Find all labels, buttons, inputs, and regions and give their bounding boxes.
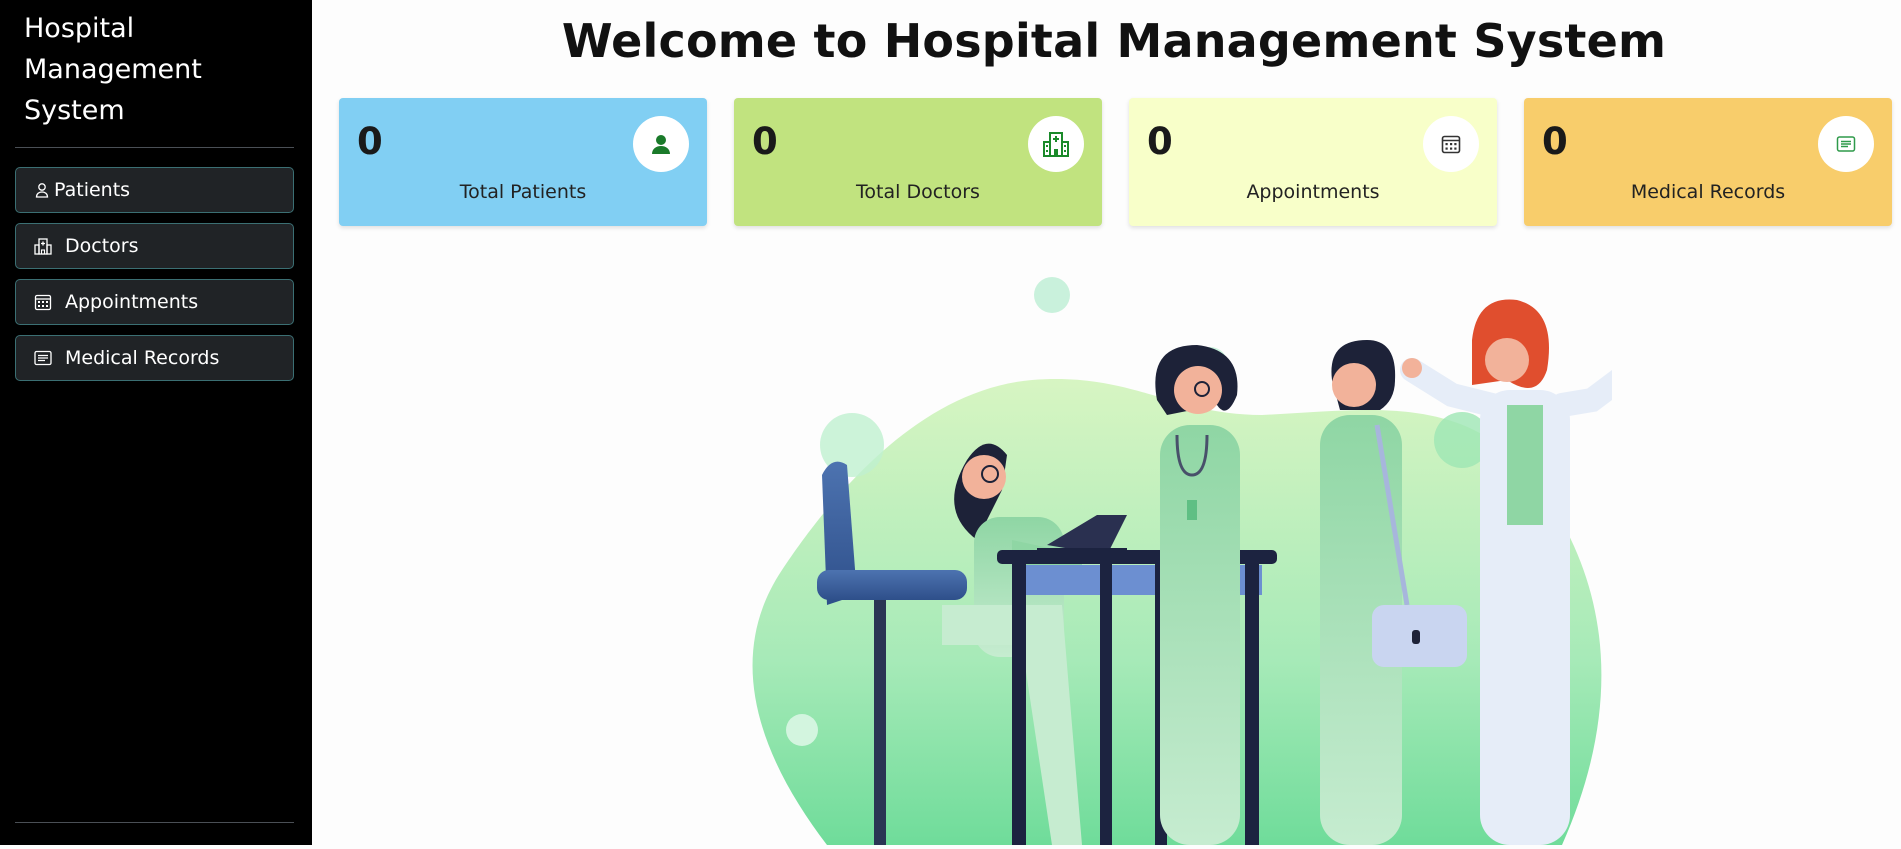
- stat-card-appointments[interactable]: 0 Appointments: [1129, 98, 1497, 226]
- calendar-icon: [34, 293, 52, 311]
- stat-label: Appointments: [1246, 181, 1380, 203]
- sidebar-divider: [15, 147, 294, 148]
- sidebar-item-appointments[interactable]: Appointments: [15, 279, 294, 325]
- stat-value: 0: [1542, 120, 1568, 163]
- stat-label: Medical Records: [1630, 181, 1786, 203]
- sidebar-item-patients[interactable]: Patients: [15, 167, 294, 213]
- sidebar: Hospital Management System Patients Doct…: [0, 0, 312, 845]
- sidebar-item-label: Medical Records: [65, 347, 220, 369]
- main-content: Welcome to Hospital Management System 0 …: [312, 0, 1901, 845]
- sidebar-nav: Patients Doctors Appointments Medical Re…: [15, 167, 294, 391]
- sidebar-item-label: Doctors: [65, 235, 139, 257]
- sidebar-item-doctors[interactable]: Doctors: [15, 223, 294, 269]
- sidebar-divider: [15, 822, 294, 823]
- page-title: Welcome to Hospital Management System: [561, 14, 1667, 68]
- stat-card-patients[interactable]: 0 Total Patients: [339, 98, 707, 226]
- stat-value: 0: [752, 120, 778, 163]
- stat-card-medical-records[interactable]: 0 Medical Records: [1524, 98, 1892, 226]
- person-icon: [633, 116, 689, 172]
- calendar-icon: [1423, 116, 1479, 172]
- stat-label: Total Patients: [459, 181, 587, 203]
- sidebar-item-label: Appointments: [65, 291, 199, 313]
- sidebar-item-medical-records[interactable]: Medical Records: [15, 335, 294, 381]
- brand-title: Hospital Management System: [24, 13, 202, 126]
- list-icon: [1818, 116, 1874, 172]
- stat-value: 0: [357, 120, 383, 163]
- hospital-icon: [1028, 116, 1084, 172]
- hospital-icon: [34, 237, 52, 255]
- sidebar-item-label: Patients: [54, 179, 131, 201]
- stat-label: Total Doctors: [856, 181, 980, 203]
- medical-team-illustration: [612, 240, 1644, 845]
- stat-card-doctors[interactable]: 0 Total Doctors: [734, 98, 1102, 226]
- list-icon: [34, 349, 52, 367]
- person-icon: [34, 181, 50, 199]
- stats-cards: 0 Total Patients 0 Total Doctors 0 Appoi…: [339, 98, 1893, 226]
- stat-value: 0: [1147, 120, 1173, 163]
